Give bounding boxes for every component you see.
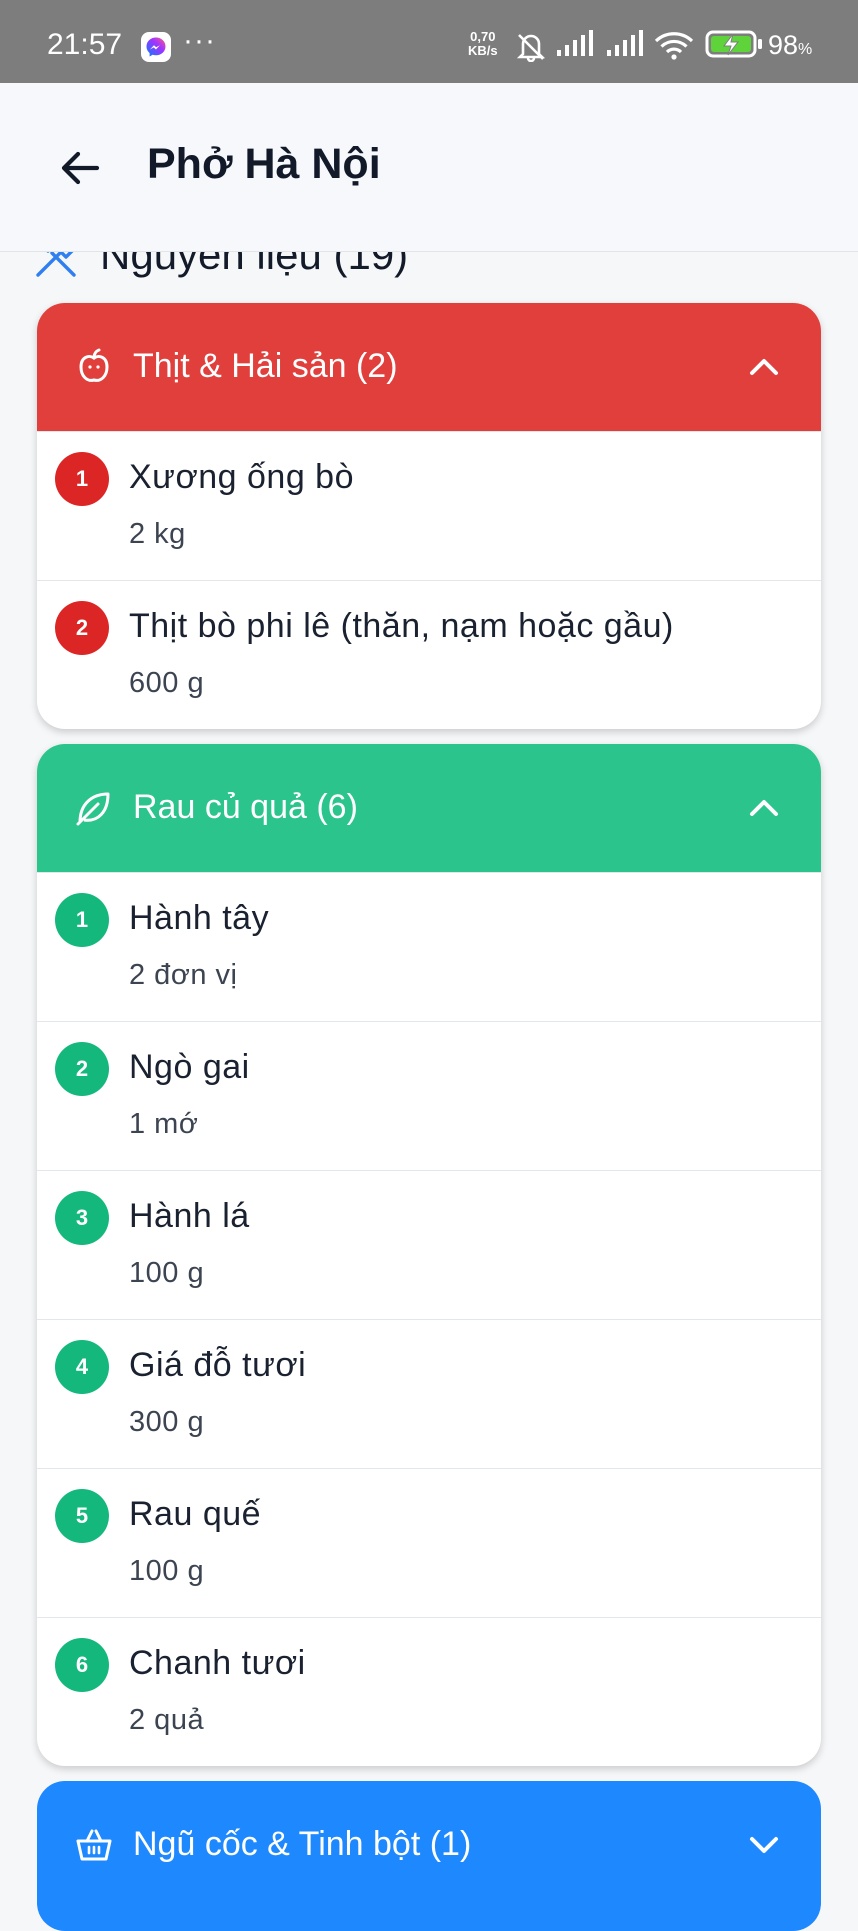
arrow-left-icon [61,151,100,185]
wifi-icon [654,32,694,60]
ingredient-name: Hành lá [129,1197,250,1235]
page-title: Phở Hà Nội [147,140,381,188]
ingredient-item[interactable]: 2 Ngò gai 1 mớ [37,1021,821,1170]
network-speed: 0,70 KB/s [468,29,498,58]
messenger-icon [141,32,171,62]
ingredient-item[interactable]: 4 Giá đỗ tươi 300 g [37,1319,821,1468]
category-header-meat[interactable]: Thịt & Hải sản (2) [37,303,821,431]
ingredient-quantity: 300 g [129,1406,205,1438]
ingredient-item[interactable]: 5 Rau quế 100 g [37,1468,821,1617]
ingredient-item[interactable]: 6 Chanh tươi 2 quả [37,1617,821,1766]
chevron-up-icon [750,359,778,375]
ingredient-item[interactable]: 1 Xương ống bò 2 kg [37,431,821,580]
battery-charging-icon [705,30,762,58]
leaf-icon [76,792,110,826]
category-title: Thịt & Hải sản (2) [133,347,398,385]
ingredient-quantity: 100 g [129,1257,205,1289]
ingredient-quantity: 600 g [129,667,205,699]
status-time: 21:57 [47,28,123,61]
ingredient-quantity: 100 g [129,1555,205,1587]
item-number-badge: 3 [55,1191,109,1245]
ingredient-name: Ngò gai [129,1048,250,1086]
ingredient-quantity: 2 đơn vị [129,959,238,991]
ingredient-quantity: 1 mớ [129,1108,199,1140]
category-card-meat: Thịt & Hải sản (2) 1 Xương ống bò 2 kg 2… [37,303,821,729]
category-title: Ngũ cốc & Tinh bột (1) [133,1825,472,1863]
ingredient-name: Giá đỗ tươi [129,1346,307,1384]
battery-percent: 98% [768,30,813,60]
chevron-down-icon [750,1837,778,1853]
ingredient-item[interactable]: 3 Hành lá 100 g [37,1170,821,1319]
back-button[interactable] [55,143,105,193]
ingredient-name: Rau quế [129,1495,262,1533]
apple-icon [79,348,109,382]
item-number-badge: 1 [55,893,109,947]
ingredient-quantity: 2 quả [129,1704,205,1736]
category-header-vegetables[interactable]: Rau củ quả (6) [37,744,821,872]
ingredient-name: Xương ống bò [129,458,354,496]
ingredient-name: Hành tây [129,899,270,937]
item-number-badge: 2 [55,601,109,655]
item-number-badge: 1 [55,452,109,506]
item-number-badge: 6 [55,1638,109,1692]
item-number-badge: 4 [55,1340,109,1394]
app-bar: Phở Hà Nội [0,83,858,252]
chevron-up-icon [750,800,778,816]
signal-icon [607,30,643,56]
signal-icon [557,30,593,56]
category-card-vegetables: Rau củ quả (6) 1 Hành tây 2 đơn vị 2 Ngò… [37,744,821,1766]
basket-icon [76,1829,112,1861]
status-bar: 21:57 ··· 0,70 KB/s 98% [0,0,858,83]
ingredient-name: Chanh tươi [129,1644,306,1682]
item-number-badge: 5 [55,1489,109,1543]
item-number-badge: 2 [55,1042,109,1096]
mute-bell-icon [516,34,546,62]
category-card-grains: Ngũ cốc & Tinh bột (1) [37,1781,821,1931]
ingredient-item[interactable]: 2 Thịt bò phi lê (thăn, nạm hoặc gầu) 60… [37,580,821,729]
category-title: Rau củ quả (6) [133,788,358,826]
ingredient-item[interactable]: 1 Hành tây 2 đơn vị [37,872,821,1021]
ingredient-quantity: 2 kg [129,518,186,550]
category-header-grains[interactable]: Ngũ cốc & Tinh bột (1) [37,1781,821,1931]
more-notifications-indicator: ··· [183,24,216,57]
ingredient-name: Thịt bò phi lê (thăn, nạm hoặc gầu) [129,607,674,645]
